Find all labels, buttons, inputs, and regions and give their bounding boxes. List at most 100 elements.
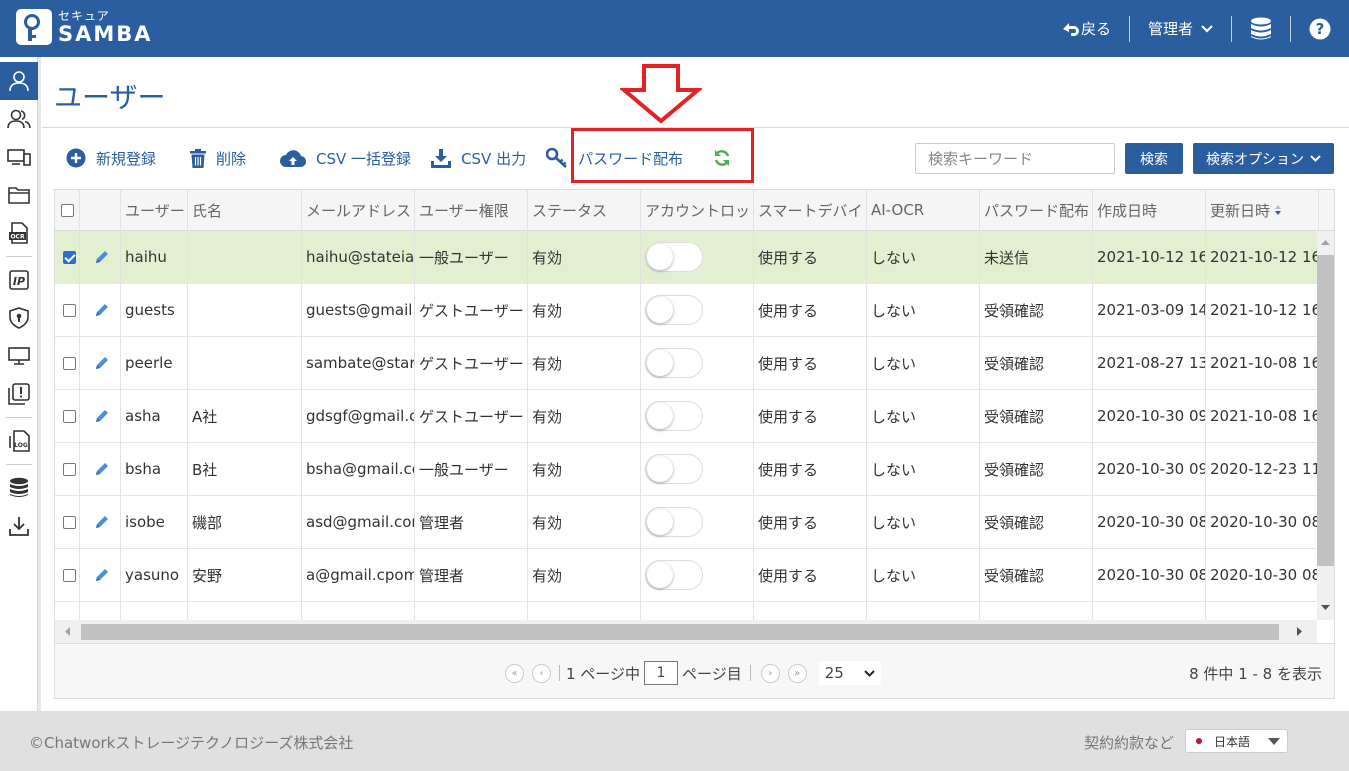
admin-menu[interactable]: 管理者 bbox=[1130, 18, 1231, 39]
select-all-cell bbox=[55, 190, 80, 230]
column-header-account-lock[interactable]: アカウントロッ bbox=[641, 190, 754, 230]
scroll-down-icon[interactable] bbox=[1317, 599, 1334, 616]
sidebar-item-user[interactable] bbox=[0, 62, 38, 100]
horizontal-scroll-thumb[interactable] bbox=[81, 624, 1279, 640]
shield-icon bbox=[9, 307, 29, 329]
pencil-icon[interactable] bbox=[94, 567, 110, 583]
first-page-button[interactable]: « bbox=[505, 663, 524, 683]
logo-subtitle: セキュア bbox=[58, 8, 110, 23]
row-checkbox[interactable] bbox=[63, 568, 76, 582]
table-row[interactable]: asha A社 gdsgf@gmail.co ゲストユーザー 有効 使用する しない 受領確認… bbox=[55, 390, 1317, 443]
cell-status: 有効 bbox=[528, 284, 641, 336]
cell-role: 管理者 bbox=[415, 549, 528, 601]
prev-page-button[interactable]: ‹ bbox=[532, 663, 551, 683]
row-checkbox[interactable] bbox=[63, 356, 76, 370]
table-row[interactable] bbox=[55, 602, 1317, 620]
column-header-password[interactable]: パスワード配布 bbox=[980, 190, 1093, 230]
search-options-button[interactable]: 検索オプション bbox=[1193, 143, 1334, 174]
back-button[interactable]: 戻る bbox=[1043, 18, 1129, 39]
cell-user: peerle bbox=[121, 337, 188, 389]
column-header-created[interactable]: 作成日時 bbox=[1093, 190, 1206, 230]
cell-ai-ocr: しない bbox=[867, 390, 980, 442]
sidebar-item-ocr[interactable]: OCR bbox=[0, 214, 38, 252]
csv-export-button[interactable]: CSV 出力 bbox=[431, 148, 526, 169]
account-lock-toggle[interactable] bbox=[645, 242, 703, 272]
sidebar-item-database[interactable] bbox=[0, 469, 38, 507]
sidebar-item-devices[interactable] bbox=[0, 138, 38, 176]
cell-user: isobe bbox=[121, 496, 188, 548]
scroll-up-icon[interactable] bbox=[1317, 234, 1334, 251]
row-checkbox[interactable] bbox=[63, 462, 76, 476]
column-header-smart-device[interactable]: スマートデバイ bbox=[754, 190, 867, 230]
column-header-user[interactable]: ユーザー bbox=[121, 190, 188, 230]
vertical-scrollbar[interactable] bbox=[1317, 231, 1334, 620]
account-lock-toggle[interactable] bbox=[645, 454, 703, 484]
sidebar-item-folders[interactable] bbox=[0, 176, 38, 214]
database-button[interactable] bbox=[1232, 17, 1290, 41]
column-header-status[interactable]: ステータス bbox=[528, 190, 641, 230]
pencil-icon[interactable] bbox=[94, 355, 110, 371]
cell-password-status: 受領確認 bbox=[980, 496, 1093, 548]
sidebar-item-ip[interactable]: IP bbox=[0, 261, 38, 299]
table-row[interactable]: guests guests@gmail.c ゲストユーザー 有効 使用する しない 受領確認… bbox=[55, 284, 1317, 337]
table-footer: « ‹ 1 ページ中 1 ページ目 › » 25 8 件中 1 - 8 を表示 bbox=[55, 643, 1334, 698]
table-row[interactable]: bshaB社bsha@gmail.con一般ユーザー有効使用するしない受領確認2… bbox=[55, 443, 1317, 496]
page-size-select[interactable]: 25 bbox=[818, 661, 881, 685]
scroll-right-icon[interactable] bbox=[1291, 620, 1308, 643]
account-lock-toggle[interactable] bbox=[645, 295, 703, 325]
csv-import-button[interactable]: CSV 一括登録 bbox=[280, 148, 411, 169]
last-page-button[interactable]: » bbox=[787, 663, 807, 683]
pencil-icon[interactable] bbox=[94, 302, 110, 318]
row-checkbox[interactable] bbox=[63, 303, 76, 317]
cell-role: 管理者 bbox=[415, 496, 528, 548]
sidebar-item-logs[interactable]: LOG bbox=[0, 422, 38, 460]
account-lock-toggle[interactable] bbox=[645, 507, 703, 537]
user-icon bbox=[9, 71, 29, 92]
pencil-icon[interactable] bbox=[94, 249, 110, 265]
row-checkbox[interactable] bbox=[63, 515, 76, 529]
row-checkbox[interactable] bbox=[63, 409, 76, 423]
sidebar-item-groups[interactable] bbox=[0, 100, 38, 138]
sidebar-item-monitor[interactable] bbox=[0, 337, 38, 375]
devices-icon bbox=[7, 149, 31, 166]
column-header-role[interactable]: ユーザー権限 bbox=[415, 190, 528, 230]
account-lock-toggle[interactable] bbox=[645, 560, 703, 590]
search-button[interactable]: 検索 bbox=[1125, 143, 1183, 174]
new-user-button[interactable]: 新規登録 bbox=[66, 148, 156, 169]
column-header-email[interactable]: メールアドレス bbox=[302, 190, 415, 230]
language-select[interactable]: 日本語 bbox=[1185, 729, 1288, 753]
cell-user: asha bbox=[121, 390, 188, 442]
next-page-button[interactable]: › bbox=[760, 663, 780, 683]
delete-button[interactable]: 削除 bbox=[190, 148, 246, 169]
pencil-icon[interactable] bbox=[94, 514, 110, 530]
table-row[interactable]: haihuhaihu@stateiara一般ユーザー有効使用するしない未送信20… bbox=[55, 231, 1317, 284]
cell-email: gdsgf@gmail.co bbox=[302, 390, 415, 442]
table-row[interactable]: peerle sambate@startiaゲストユーザー有効 使用するしない受領確… bbox=[55, 337, 1317, 390]
vertical-scroll-thumb[interactable] bbox=[1317, 255, 1334, 566]
pencil-icon[interactable] bbox=[94, 461, 110, 477]
horizontal-scrollbar[interactable] bbox=[55, 620, 1317, 643]
column-header-updated-label: 更新日時 bbox=[1210, 201, 1271, 220]
pencil-icon[interactable] bbox=[94, 408, 110, 424]
scroll-left-icon[interactable] bbox=[59, 620, 76, 643]
column-header-ai-ocr[interactable]: AI-OCR bbox=[867, 190, 980, 230]
help-button[interactable]: ? bbox=[1291, 18, 1349, 40]
page-number-input[interactable]: 1 bbox=[644, 661, 679, 685]
svg-text:LOG: LOG bbox=[14, 442, 28, 449]
logo[interactable]: セキュア SAMBA bbox=[16, 9, 153, 45]
column-header-updated[interactable]: 更新日時 bbox=[1206, 190, 1319, 230]
column-header-name[interactable]: 氏名 bbox=[188, 190, 302, 230]
terms-link[interactable]: 契約約款など bbox=[1084, 732, 1174, 753]
select-all-checkbox[interactable] bbox=[61, 203, 74, 217]
logo-title: SAMBA bbox=[58, 21, 153, 46]
account-lock-toggle[interactable] bbox=[645, 348, 703, 378]
help-icon: ? bbox=[1309, 18, 1331, 39]
sidebar-item-download[interactable] bbox=[0, 507, 38, 545]
sidebar-item-security[interactable] bbox=[0, 299, 38, 337]
row-checkbox[interactable] bbox=[63, 250, 76, 264]
account-lock-toggle[interactable] bbox=[645, 401, 703, 431]
search-input[interactable] bbox=[915, 143, 1115, 174]
table-row[interactable]: yasuno 安野 a@gmail.cpom 管理者 有効 使用する しない 受領確認 2020… bbox=[55, 549, 1317, 602]
table-row[interactable]: isobe 磯部 asd@gmail.com 管理者 有効 使用する しない 受領確認 2020… bbox=[55, 496, 1317, 549]
sidebar-item-alerts[interactable] bbox=[0, 375, 38, 413]
